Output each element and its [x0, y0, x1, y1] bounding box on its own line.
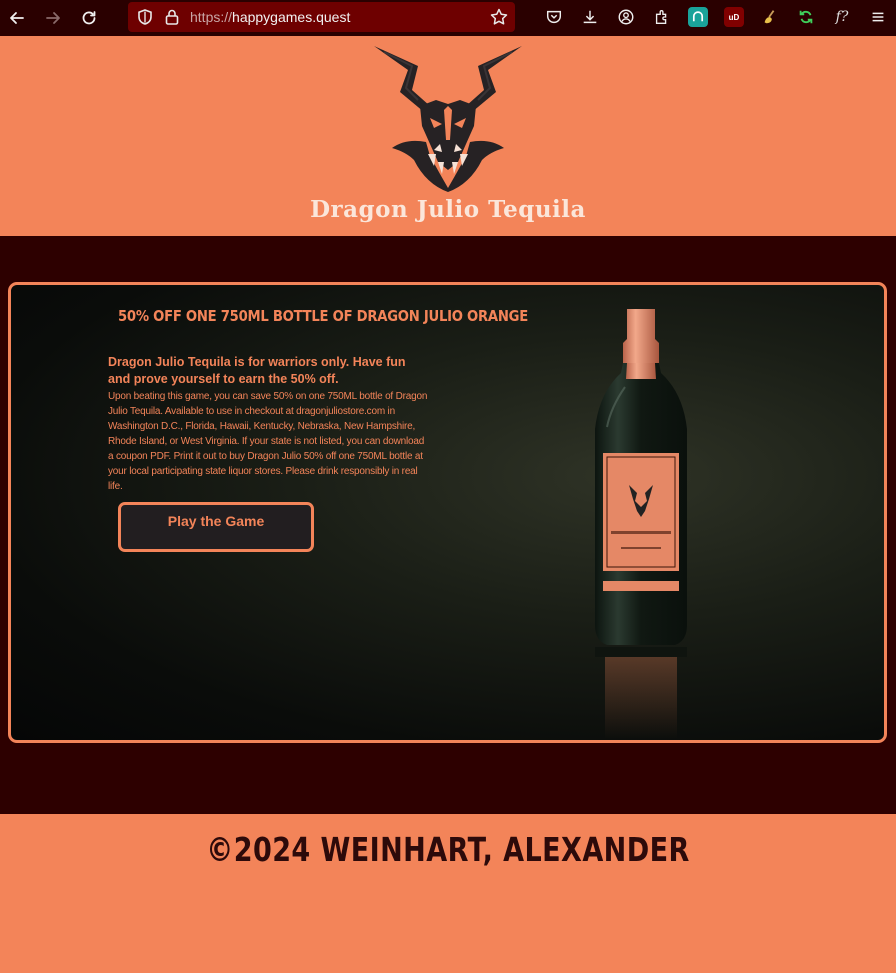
url-text[interactable]: https://happygames.quest — [190, 9, 350, 25]
extensions-icon[interactable] — [652, 7, 672, 27]
browser-toolbar: https://happygames.quest uD f? — [0, 0, 896, 36]
site-header: Dragon Julio Tequila — [0, 36, 896, 236]
ublock-badge: uD — [728, 12, 740, 22]
url-host: happygames.quest — [232, 9, 351, 25]
promo-title: 50% OFF ONE 750ML BOTTLE OF DRAGON JULIO… — [118, 307, 528, 325]
shield-app-icon[interactable] — [688, 7, 708, 27]
lock-icon[interactable] — [164, 8, 180, 26]
menu-icon[interactable] — [868, 7, 888, 27]
url-bar[interactable]: https://happygames.quest — [128, 2, 515, 32]
bookmark-star-icon[interactable] — [489, 7, 509, 27]
font-finder-label: f? — [835, 9, 849, 25]
site-footer: ©2024 WEINHART, ALEXANDER — [0, 814, 896, 973]
account-icon[interactable] — [616, 7, 636, 27]
download-icon[interactable] — [580, 7, 600, 27]
reload-icon[interactable] — [75, 4, 103, 32]
copyright-text: ©2024 WEINHART, ALEXANDER — [206, 830, 690, 869]
promo-body: Upon beating this game, you can save 50%… — [108, 391, 428, 492]
back-icon[interactable] — [3, 4, 31, 32]
promo-lead: Dragon Julio Tequila is for warriors onl… — [108, 355, 406, 386]
broom-icon[interactable] — [760, 7, 780, 27]
url-protocol: https:// — [190, 9, 233, 25]
font-finder-icon[interactable]: f? — [832, 7, 852, 27]
tracking-shield-icon[interactable] — [136, 8, 154, 26]
dragon-logo-icon — [374, 46, 522, 192]
tequila-bottle-image — [595, 309, 687, 739]
promo-card: 50% OFF ONE 750ML BOTTLE OF DRAGON JULIO… — [8, 282, 887, 743]
sync-icon[interactable] — [796, 7, 816, 27]
forward-icon[interactable] — [39, 4, 67, 32]
promo-band: 50% OFF ONE 750ML BOTTLE OF DRAGON JULIO… — [0, 236, 896, 814]
play-game-button[interactable]: Play the Game — [118, 502, 314, 552]
ublock-icon[interactable]: uD — [724, 7, 744, 27]
brand-wordmark: Dragon Julio Tequila — [310, 196, 586, 223]
pocket-icon[interactable] — [544, 7, 564, 27]
